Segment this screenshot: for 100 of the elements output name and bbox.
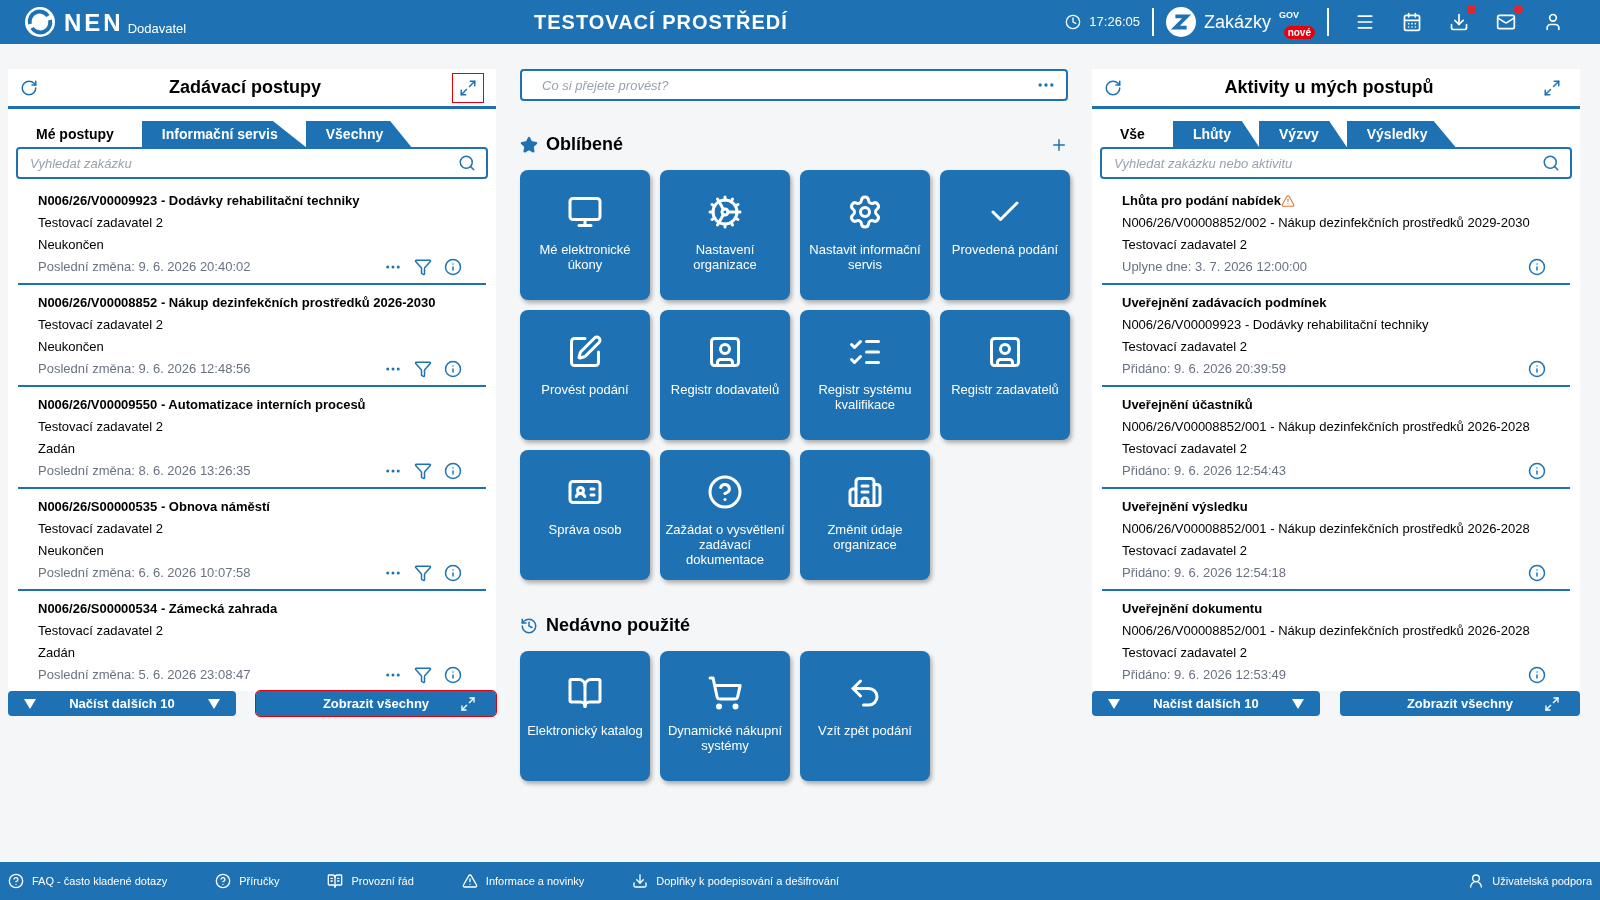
role-label: Dodavatel	[127, 19, 187, 38]
shortcut-tile[interactable]: Změnit údaje organizace	[800, 450, 930, 580]
filter-icon[interactable]	[414, 564, 432, 582]
info-icon[interactable]	[444, 360, 462, 378]
info-icon[interactable]	[1528, 666, 1546, 684]
expand-button[interactable]	[452, 72, 484, 103]
footer-link[interactable]: Doplňky k podepisování a dešifrování	[632, 872, 840, 890]
contracting-authority: Testovací zadavatel 2	[38, 622, 165, 640]
star-icon	[520, 135, 538, 154]
show-all-button[interactable]: Zobrazit všechny	[1340, 691, 1580, 716]
tab[interactable]: Lhůty	[1172, 121, 1260, 147]
procedure-title[interactable]: N006/26/V00009550 - Automatizace interních procesů	[38, 394, 462, 416]
shortcut-tile[interactable]: Zažádat o vysvětlení zadávací dokumentace	[660, 450, 790, 580]
search-icon[interactable]	[1542, 154, 1560, 172]
download-icon	[632, 873, 649, 889]
logo-icon	[24, 6, 56, 38]
contracting-authority: Testovací zadavatel 2	[38, 214, 165, 232]
search-field[interactable]: Vyhledat zakázku	[16, 147, 488, 179]
user-icon	[1468, 873, 1485, 889]
shortcut-tile[interactable]: Registr zadavatelů	[940, 310, 1070, 440]
tab[interactable]: Informační servis	[141, 121, 306, 147]
down-triangle-icon	[1108, 698, 1121, 709]
expand-icon	[460, 695, 476, 712]
procedure-status: Neukončen	[38, 236, 105, 254]
tab[interactable]: Všechny	[305, 121, 412, 147]
shortcut-tile[interactable]: Správa osob	[520, 450, 650, 580]
filter-icon[interactable]	[414, 462, 432, 480]
last-change: Poslední změna: 5. 6. 2026 23:08:47	[38, 666, 252, 684]
filter-icon[interactable]	[414, 360, 432, 378]
footer-link[interactable]: Uživatelská podpora	[1468, 872, 1592, 890]
book-icon	[327, 873, 344, 889]
shortcut-tile[interactable]: Provést podání	[520, 310, 650, 440]
info-icon[interactable]	[444, 666, 462, 684]
procedure-name: N006/26/V00009923 - Dodávky rehabilitační techniky	[1122, 316, 1430, 334]
search-icon[interactable]	[458, 154, 476, 172]
book-icon	[567, 675, 603, 711]
activity-title[interactable]: Lhůta pro podání nabídek	[1122, 190, 1281, 212]
info-icon[interactable]	[444, 564, 462, 582]
last-change: Poslední změna: 9. 6. 2026 12:48:56	[38, 360, 252, 378]
contracting-authority: Testovací zadavatel 2	[1122, 440, 1249, 458]
cart-icon	[707, 675, 743, 711]
filter-icon[interactable]	[414, 258, 432, 276]
expand-icon	[1543, 78, 1561, 97]
activity-title[interactable]: Uveřejnění dokumentu	[1122, 598, 1263, 620]
activity-date: Přidáno: 9. 6. 2026 20:39:59	[1122, 360, 1288, 378]
shortcut-tile[interactable]: Registr dodavatelů	[660, 310, 790, 440]
footer-link[interactable]: Příručky	[215, 872, 280, 890]
activity-title[interactable]: Uveřejnění zadávacích podmínek	[1122, 292, 1327, 314]
shortcut-tile[interactable]: Elektronický katalog	[520, 651, 650, 781]
last-change: Poslední změna: 6. 6. 2026 10:07:58	[38, 564, 252, 582]
info-icon[interactable]	[444, 258, 462, 276]
shortcut-tile[interactable]: Dynamické nákupní systémy	[660, 651, 790, 781]
pencil-square-icon	[567, 334, 603, 370]
tab[interactable]: Výsledky	[1346, 121, 1456, 147]
activity-title[interactable]: Uveřejnění účastníků	[1122, 394, 1253, 416]
procedure-name: N006/26/V00008852/001 - Nákup dezinfekčních prostředků 2026-2028	[1122, 520, 1531, 538]
clock-icon	[1065, 14, 1082, 30]
shortcut-tile[interactable]: Provedená podání	[940, 170, 1070, 300]
command-field[interactable]: Co si přejete provést?	[520, 69, 1068, 101]
load-more-button[interactable]: Načíst dalších 10	[8, 691, 236, 716]
procedure-title[interactable]: N006/26/S00000535 - Obnova náměstí	[38, 496, 462, 518]
shortcut-tile[interactable]: Registr systému kvalifikace	[800, 310, 930, 440]
history-icon	[520, 616, 538, 635]
contracting-authority: Testovací zadavatel 2	[1122, 542, 1249, 560]
footer-link[interactable]: Informace a novinky	[461, 872, 585, 890]
question-icon	[215, 873, 232, 889]
show-all-button[interactable]: Zobrazit všechny	[256, 691, 496, 716]
section-title: Oblíbené	[546, 133, 624, 156]
footer-link[interactable]: Provozní řád	[327, 872, 414, 890]
warning-icon	[461, 873, 478, 889]
logo-text: NEN	[64, 8, 124, 38]
refresh-icon[interactable]	[1104, 78, 1122, 97]
shortcut-tile[interactable]: Nastavení organizace	[660, 170, 790, 300]
environment-title: TESTOVACÍ PROSTŘEDÍ	[534, 9, 788, 35]
activity-title[interactable]: Uveřejnění výsledku	[1122, 496, 1248, 518]
shortcut-tile[interactable]: Vzít zpět podání	[800, 651, 930, 781]
info-icon[interactable]	[1528, 360, 1546, 378]
search-field[interactable]: Vyhledat zakázku nebo aktivitu	[1100, 147, 1572, 179]
down-triangle-icon	[24, 698, 37, 709]
info-icon[interactable]	[1528, 462, 1546, 480]
procedure-status: Zadán	[38, 440, 76, 458]
section-title: Nedávno použité	[546, 614, 690, 637]
procedure-title[interactable]: N006/26/S00000534 - Zámecká zahrada	[38, 598, 462, 620]
filter-icon[interactable]	[414, 666, 432, 684]
refresh-icon[interactable]	[20, 78, 38, 97]
tab[interactable]: Výzvy	[1259, 121, 1347, 147]
load-more-button[interactable]: Načíst dalších 10	[1092, 691, 1320, 716]
info-icon[interactable]	[444, 462, 462, 480]
info-icon[interactable]	[1528, 258, 1546, 276]
info-icon[interactable]	[1528, 564, 1546, 582]
procedure-status: Neukončen	[38, 338, 105, 356]
procedure-title[interactable]: N006/26/V00008852 - Nákup dezinfekčních prostředků 2026-2030	[38, 292, 462, 314]
building-icon	[847, 474, 883, 510]
last-change: Poslední změna: 8. 6. 2026 13:26:35	[38, 462, 252, 480]
expand-icon	[459, 78, 477, 97]
shortcut-tile[interactable]: Mé elektronické úkony	[520, 170, 650, 300]
procedure-title[interactable]: N006/26/V00009923 - Dodávky rehabilitační techniky	[38, 190, 462, 212]
shortcut-tile[interactable]: Nastavit informační servis	[800, 170, 930, 300]
activity-date: Přidáno: 9. 6. 2026 12:54:43	[1122, 462, 1288, 480]
footer-link[interactable]: FAQ - často kladené dotazy	[8, 872, 168, 890]
